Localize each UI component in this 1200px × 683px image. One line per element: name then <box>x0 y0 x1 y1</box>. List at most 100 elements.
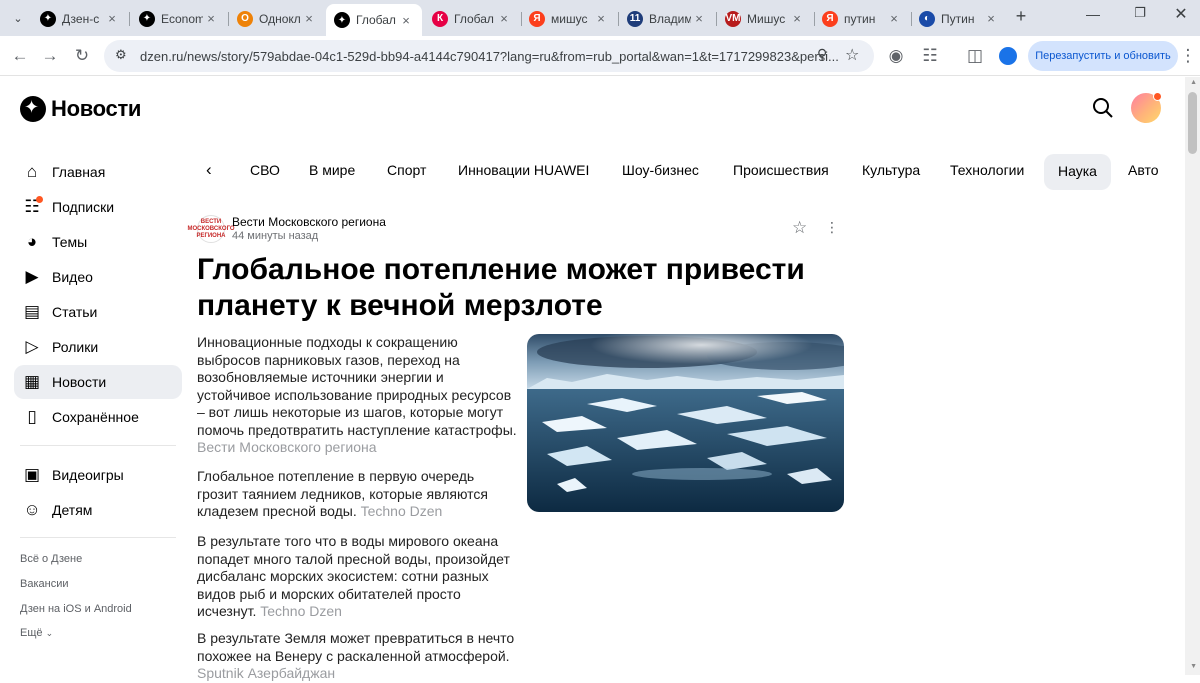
menu-dots-icon[interactable]: ⋮ <box>1180 44 1197 68</box>
article-photo[interactable] <box>527 334 844 512</box>
source-name[interactable]: Вести Московского региона <box>232 215 386 229</box>
reload-button[interactable]: ↻ <box>70 44 94 68</box>
site-logo[interactable]: Новости <box>20 96 141 122</box>
url-text[interactable]: dzen.ru/news/story/579abdae-04c1-529d-bb… <box>140 49 839 64</box>
paragraph-source-link[interactable]: Вести Московского региона <box>197 439 377 455</box>
browser-tab[interactable]: К Глобал × <box>424 5 520 32</box>
favorite-star-icon[interactable]: ☆ <box>792 218 807 238</box>
search-icon[interactable] <box>1092 97 1114 119</box>
restore-button[interactable]: ❐ <box>1130 5 1150 21</box>
chevron-down-icon: ⌄ <box>45 628 54 638</box>
browser-tab[interactable]: VM Мишус × <box>717 5 813 32</box>
browser-tab[interactable]: ✦ Глобал × <box>326 4 422 36</box>
tab-close-icon[interactable]: × <box>398 13 414 28</box>
footer-link-label: Всё о Дзене <box>20 553 83 565</box>
bookmark-star-icon[interactable]: ☆ <box>845 45 859 65</box>
compass-icon: ◕ <box>26 232 38 251</box>
footer-link[interactable]: Всё о Дзене <box>20 553 82 565</box>
browser-tab[interactable]: О Однокл × <box>229 5 325 32</box>
browser-tab[interactable]: ✦ Econom × <box>131 5 227 32</box>
paragraph-text: В результате того что в воды мирового ок… <box>197 533 510 619</box>
tab-close-icon[interactable]: × <box>301 11 317 26</box>
footer-link-label: Ещё <box>20 627 43 639</box>
tab-close-icon[interactable]: × <box>203 11 219 26</box>
tab-search-button[interactable]: ⌄ <box>8 9 28 27</box>
scroll-up-arrow[interactable]: ▲ <box>1190 79 1197 86</box>
category-tab[interactable]: Шоу-бизнес <box>622 162 699 182</box>
tab-title: мишус <box>551 11 588 26</box>
back-button[interactable]: ← <box>8 44 32 68</box>
new-tab-button[interactable]: + <box>1011 6 1031 28</box>
sidebar-item[interactable]: ▷ Ролики <box>14 330 182 364</box>
page-scrollbar[interactable] <box>1185 77 1200 675</box>
tab-favicon-icon: Я <box>529 10 545 27</box>
sidebar-item[interactable]: ▤ Статьи <box>14 295 182 329</box>
source-logo[interactable]: ВЕСТИ МОСКОВСКОГО РЕГИОНА <box>187 215 235 243</box>
paragraph-source-link[interactable]: Techno Dzen <box>361 503 443 519</box>
profile-icon[interactable] <box>996 44 1020 68</box>
side-panel-icon[interactable]: ◫ <box>963 44 987 68</box>
category-tab[interactable]: В мире <box>309 162 355 182</box>
sidebar-item-label: Сохранённое <box>52 409 139 425</box>
category-tab[interactable]: Наука <box>1044 154 1111 190</box>
footer-link[interactable]: Дзен на iOS и Android <box>20 603 132 615</box>
tab-close-icon[interactable]: × <box>593 11 609 26</box>
tab-title: Путин <box>941 11 975 26</box>
tab-title: Мишус <box>747 11 786 26</box>
categories-prev-button[interactable]: ‹ <box>206 160 224 182</box>
tab-favicon-icon: К <box>432 10 448 27</box>
category-tab[interactable]: Происшествия <box>733 162 829 182</box>
forward-button[interactable]: → <box>38 44 62 68</box>
scroll-down-arrow[interactable]: ▼ <box>1190 663 1197 670</box>
browser-tab[interactable]: 11 Владим × <box>619 5 715 32</box>
category-tab[interactable]: СВО <box>250 162 280 182</box>
sidebar-item[interactable]: ▶ Видео <box>14 260 182 294</box>
paragraph-source-link[interactable]: Techno Dzen <box>260 603 342 619</box>
site-info-icon[interactable]: ⚙ <box>115 47 127 63</box>
tab-close-icon[interactable]: × <box>983 11 999 26</box>
kids-icon: ☺ <box>23 500 41 519</box>
sidebar-item[interactable]: ▣ Видеоигры <box>14 458 182 492</box>
category-tab[interactable]: Авто <box>1128 162 1159 182</box>
extension-icon[interactable]: ◉ <box>884 44 908 68</box>
close-window-button[interactable]: ✕ <box>1171 4 1191 24</box>
minimize-button[interactable]: — <box>1083 6 1103 22</box>
footer-link[interactable]: Вакансии <box>20 578 69 590</box>
browser-tab[interactable]: ✦ Дзен-с × <box>32 5 128 32</box>
sidebar-item[interactable]: ▯ Сохранённое <box>14 400 182 434</box>
tab-title: путин <box>844 11 876 26</box>
sidebar-item[interactable]: ⌂ Главная <box>14 155 182 189</box>
sidebar-item-label: Главная <box>52 164 106 180</box>
paragraph-source-link[interactable]: Sputnik Азербайджан <box>197 665 335 681</box>
sidebar-item[interactable]: ☷ Подписки <box>14 190 182 224</box>
browser-tab[interactable]: ◐ Путин × <box>911 5 1007 32</box>
category-tab[interactable]: Культура <box>862 162 920 182</box>
category-tab[interactable]: Технологии <box>950 162 1024 182</box>
browser-tab[interactable]: Япутин × <box>814 5 910 32</box>
more-options-icon[interactable]: ⋮ <box>825 219 839 236</box>
tab-close-icon[interactable]: × <box>789 11 805 26</box>
sidebar-item[interactable]: ▦ Новости <box>14 365 182 399</box>
tab-close-icon[interactable]: × <box>104 11 120 26</box>
relaunch-update-button[interactable]: Перезапустить и обновить <box>1028 41 1178 71</box>
address-bar[interactable]: ⚙ dzen.ru/news/story/579abdae-04c1-529d-… <box>104 40 874 72</box>
scrollbar-thumb[interactable] <box>1188 92 1197 154</box>
category-tab[interactable]: Инновации HUAWEI <box>458 162 589 182</box>
dzen-logo-icon <box>20 96 46 122</box>
location-icon[interactable]: ⚲ <box>817 46 827 63</box>
home-icon: ⌂ <box>26 162 38 181</box>
footer-link-label: Дзен на iOS и Android <box>20 603 132 615</box>
sidebar-item[interactable]: ◕ Темы <box>14 225 182 259</box>
user-avatar[interactable] <box>1131 92 1162 123</box>
tab-close-icon[interactable]: × <box>496 11 512 26</box>
publish-time: 44 минуты назад <box>232 230 319 242</box>
sidebar-item[interactable]: ☺ Детям <box>14 493 182 527</box>
tab-favicon-icon: 11 <box>627 10 643 27</box>
sidebar-item-label: Подписки <box>52 199 115 215</box>
category-tab[interactable]: Спорт <box>387 162 426 182</box>
puzzle-extensions-icon[interactable]: ☷ <box>918 44 942 68</box>
browser-tab[interactable]: Ямишус × <box>521 5 617 32</box>
tab-close-icon[interactable]: × <box>691 11 707 26</box>
footer-link[interactable]: Ещё ⌄ <box>20 627 53 639</box>
tab-close-icon[interactable]: × <box>886 11 902 26</box>
